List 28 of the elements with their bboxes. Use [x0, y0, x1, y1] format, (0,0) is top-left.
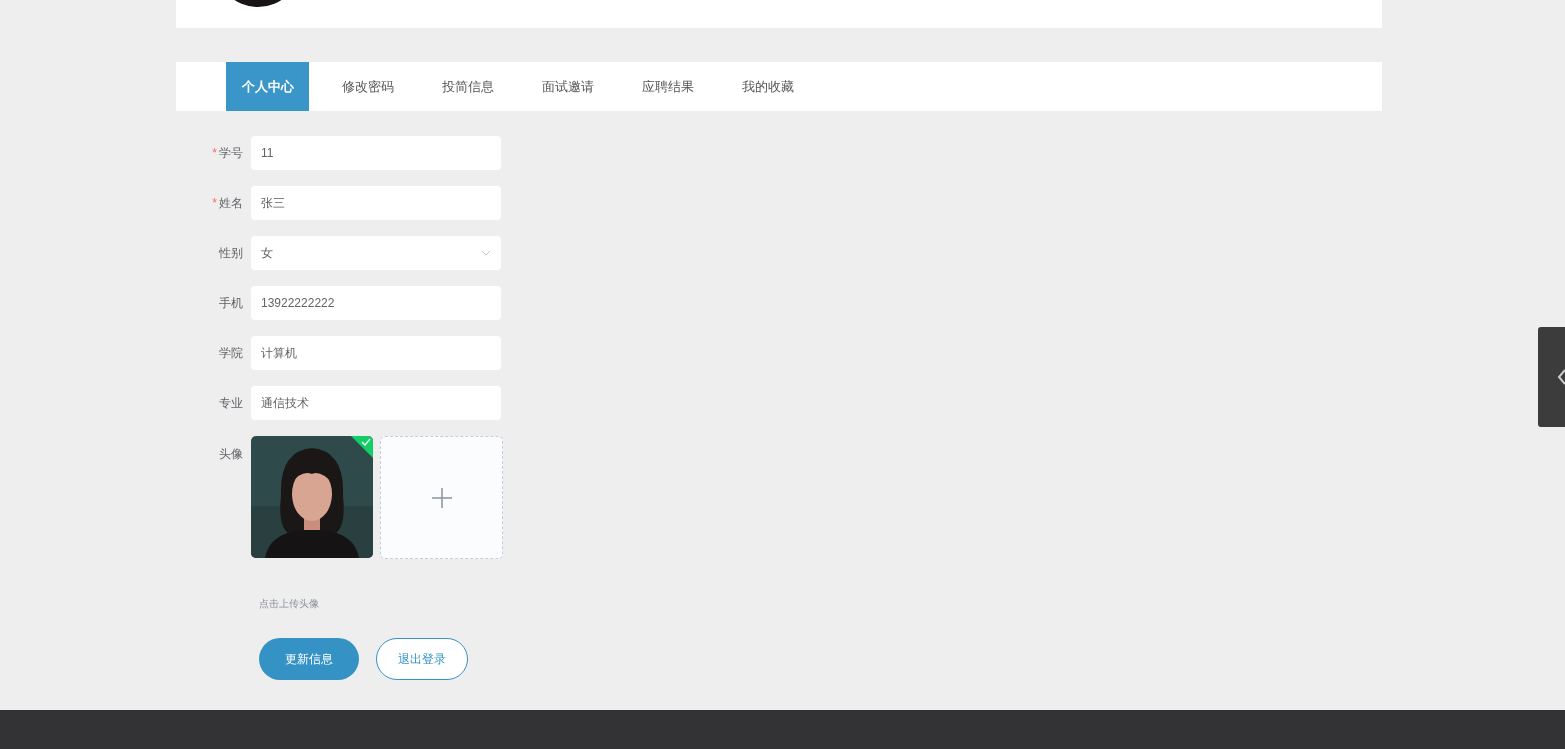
- field-label: 手机: [219, 294, 243, 312]
- required-mark: *: [212, 146, 217, 160]
- nav-tab[interactable]: 面试邀请: [526, 62, 609, 111]
- field-label: 性别: [219, 244, 243, 262]
- input-field[interactable]: 计算机: [251, 336, 501, 370]
- logout-button[interactable]: 退出登录: [376, 638, 468, 680]
- side-panel-toggle[interactable]: [1538, 327, 1565, 427]
- upload-hint: 点击上传头像: [259, 597, 320, 611]
- chevron-down-icon: [481, 250, 491, 256]
- nav-tab[interactable]: 我的收藏: [726, 62, 809, 111]
- input-field[interactable]: 通信技术: [251, 386, 501, 420]
- update-button[interactable]: 更新信息: [259, 638, 359, 680]
- input-field[interactable]: 13922222222: [251, 286, 501, 320]
- input-field[interactable]: 张三: [251, 186, 501, 220]
- required-mark: *: [212, 196, 217, 210]
- nav-tab[interactable]: 修改密码: [326, 62, 409, 111]
- upload-button[interactable]: [380, 436, 503, 559]
- nav-tab[interactable]: 应聘结果: [626, 62, 709, 111]
- field-label: 专业: [219, 394, 243, 412]
- chevron-left-icon: [1557, 369, 1565, 385]
- select-field[interactable]: 女: [251, 236, 501, 270]
- plus-icon: [431, 487, 452, 508]
- field-label: 学号: [219, 144, 243, 162]
- field-label: 头像: [219, 446, 243, 463]
- nav-tab[interactable]: 投简信息: [426, 62, 509, 111]
- field-label: 姓名: [219, 194, 243, 212]
- field-label: 学院: [219, 344, 243, 362]
- input-field[interactable]: 11: [251, 136, 501, 170]
